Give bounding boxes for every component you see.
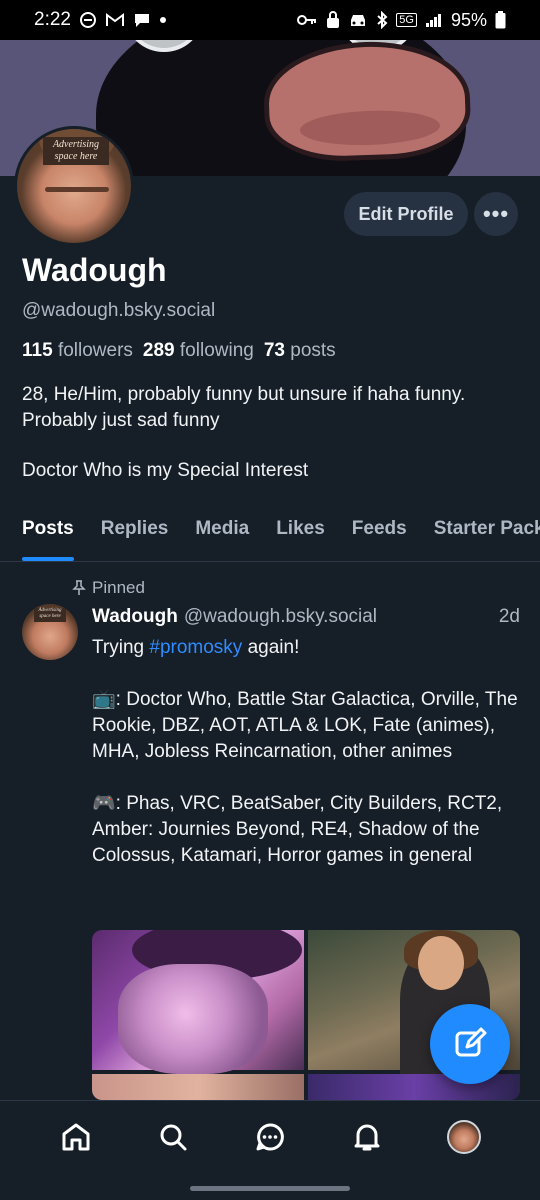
tab-replies[interactable]: Replies [101,506,169,561]
post-author-handle[interactable]: @wadough.bsky.social [184,606,377,628]
tv-emoji: 📺 [92,689,116,710]
post-body: Trying #promosky again! 📺: Doctor Who, B… [92,637,518,866]
pin-icon [72,580,86,596]
display-name: Wadough [22,252,167,288]
bottom-navigation [0,1100,540,1172]
status-bar: 2:22 5G 95% [0,0,540,40]
post-header: Wadough @wadough.bsky.social 2d [92,606,520,628]
bio-line: 28, He/Him, probably funny but unsure if… [22,384,466,431]
tab-media[interactable]: Media [195,506,249,561]
edit-profile-button[interactable]: Edit Profile [344,192,468,236]
tab-likes[interactable]: Likes [276,506,325,561]
network-type-badge: 5G [396,13,417,27]
tab-starter-packs[interactable]: Starter Packs [434,506,540,561]
nav-profile[interactable] [440,1113,488,1161]
home-indicator[interactable] [190,1186,350,1191]
battery-icon [495,11,506,29]
banner-artwork [96,40,472,176]
followers-stat[interactable]: 115 followers [22,340,133,362]
car-icon [348,12,368,28]
compose-icon [453,1027,487,1061]
profile-avatar-icon [446,1119,481,1154]
profile-bio: 28, He/Him, probably funny but unsure if… [22,382,502,484]
nav-chat[interactable] [246,1113,294,1161]
posts-stat: 73 posts [263,340,336,361]
post-timestamp: 2d [498,606,520,627]
more-options-button[interactable]: ••• [474,192,518,236]
profile-handle: @wadough.bsky.social [22,300,216,321]
profile-tabs: Posts Replies Media Likes Feeds Starter … [0,506,540,562]
hashtag-link[interactable]: #promosky [149,637,242,658]
status-time: 2:22 [34,9,71,30]
tab-feeds[interactable]: Feeds [352,506,407,561]
profile-stats: 115 followers 289 following 73 posts [22,340,336,362]
pinned-indicator: Pinned [72,578,145,598]
bell-icon [351,1121,383,1153]
pinned-label: Pinned [92,578,145,597]
game-emoji: 🎮 [92,793,116,814]
do-not-disturb-icon [79,11,97,29]
signal-icon [425,12,443,28]
post-image-3[interactable] [92,1074,304,1100]
avatar-sign: Advertising space here [34,608,66,622]
nav-notifications[interactable] [343,1113,391,1161]
following-stat[interactable]: 289 following [143,340,254,362]
battery-percent: 95% [450,9,487,30]
nav-search[interactable] [149,1113,197,1161]
nav-home[interactable] [52,1113,100,1161]
key-icon [296,13,318,27]
search-icon [157,1121,189,1153]
avatar-sign: Advertising space here [43,137,109,165]
bio-line: Doctor Who is my Special Interest [22,460,309,481]
notification-dot-icon [159,16,167,24]
profile-avatar[interactable]: Advertising space here [14,126,134,246]
post-author-avatar[interactable]: Advertising space here [22,604,78,660]
bluetooth-icon [376,11,388,29]
post-author-name[interactable]: Wadough [92,606,178,628]
message-icon [133,11,151,29]
home-icon [60,1121,92,1153]
post-image-1[interactable] [92,930,304,1074]
compose-button[interactable] [430,1004,510,1084]
tab-posts[interactable]: Posts [22,506,74,561]
gmail-icon [105,12,125,28]
vpn-lock-icon [326,11,340,29]
chat-icon [254,1121,286,1153]
